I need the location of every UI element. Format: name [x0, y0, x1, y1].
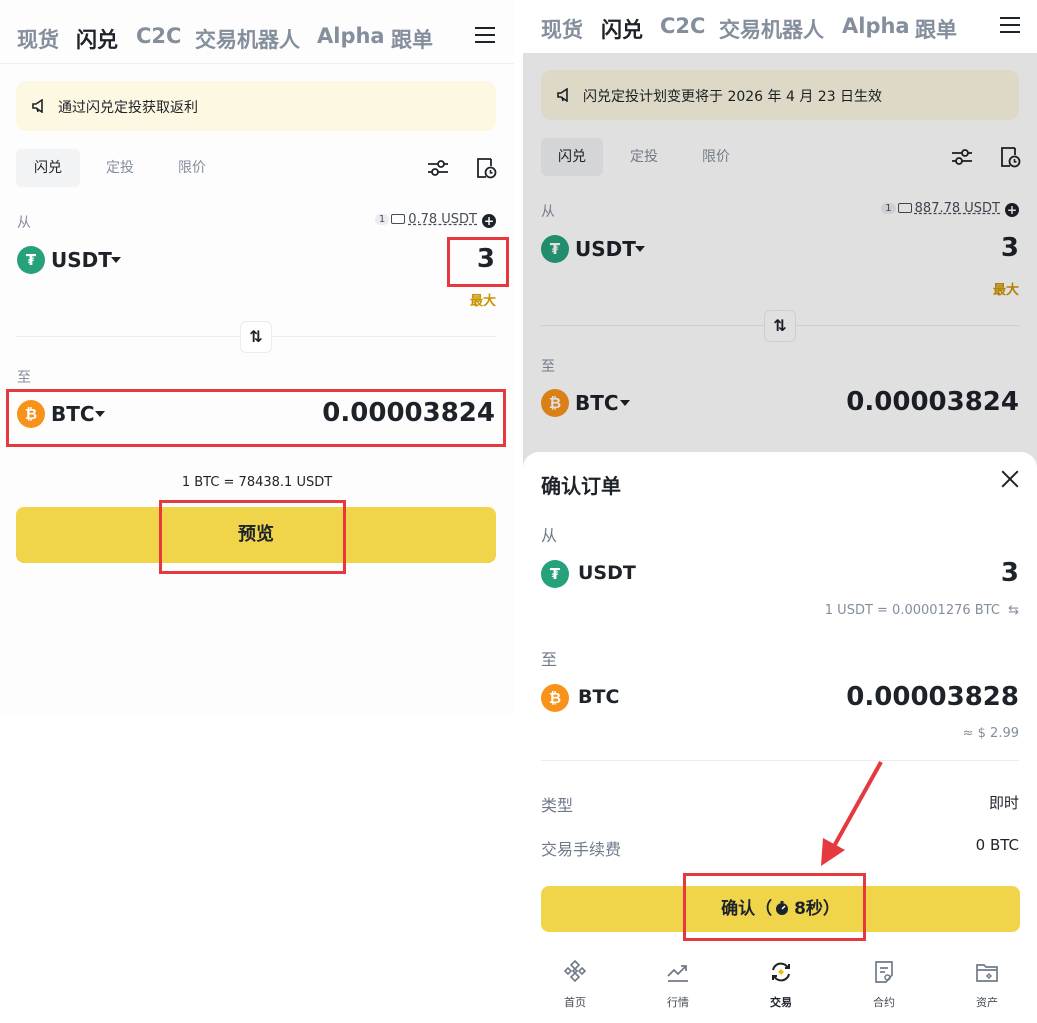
- balance-amount: 0.78 USDT: [408, 212, 477, 227]
- right-screen: 现货 闪兑 C2C 交易机器人 Alpha 跟单 闪兑定投计划变更将于 2026…: [523, 0, 1037, 1023]
- to-coin-name[interactable]: BTC: [51, 402, 95, 426]
- nav-tab-c2c[interactable]: C2C: [660, 14, 705, 38]
- subtab-recurring[interactable]: 定投: [88, 149, 152, 187]
- from-label: 从: [17, 215, 31, 231]
- usdt-coin-icon: ₮: [17, 246, 45, 274]
- nav-tab-spot[interactable]: 现货: [17, 24, 59, 54]
- sheet-to-label: 至: [541, 650, 558, 669]
- nav-tab-convert[interactable]: 闪兑: [76, 24, 118, 54]
- sheet-usd-value: ≈ $ 2.99: [962, 726, 1019, 741]
- subtab-convert[interactable]: 闪兑: [16, 149, 80, 187]
- nav-tab-trading-bots[interactable]: 交易机器人: [195, 24, 300, 54]
- bottom-nav-futures-label: 合约: [873, 996, 895, 1009]
- settings-sliders-icon[interactable]: [426, 156, 450, 180]
- futures-document-icon: [875, 961, 893, 983]
- history-icon[interactable]: [474, 156, 498, 180]
- subtab-limit[interactable]: 限价: [160, 149, 224, 187]
- max-button[interactable]: 最大: [470, 290, 496, 309]
- sheet-rate-row[interactable]: 1 USDT = 0.00001276 BTC ⇆: [825, 603, 1019, 618]
- sheet-rate: 1 USDT = 0.00001276 BTC: [824, 603, 1000, 618]
- nav-tab-copy-trading[interactable]: 跟单: [915, 14, 957, 44]
- type-value: 即时: [988, 794, 1019, 812]
- home-icon: [563, 959, 587, 983]
- left-screen: 现货 闪兑 C2C 交易机器人 Alpha 跟单 通过闪兑定投获取返利 闪兑 定…: [0, 0, 514, 1023]
- confirm-countdown: 8秒: [794, 899, 823, 919]
- fee-label: 交易手续费: [541, 840, 622, 859]
- exchange-rate: 1 BTC = 78438.1 USDT: [181, 475, 333, 490]
- sheet-divider: [541, 760, 1019, 761]
- bottom-nav-home[interactable]: 首页: [535, 950, 615, 1010]
- sheet-to-amount: 0.00003828: [846, 682, 1019, 712]
- swap-rate-icon[interactable]: ⇆: [1008, 603, 1019, 618]
- balance-badge: 1: [374, 214, 390, 225]
- from-coin-name[interactable]: USDT: [51, 248, 112, 272]
- wallet-folder-icon: [976, 964, 998, 982]
- from-coin-dropdown-icon[interactable]: [111, 257, 121, 263]
- banner-text: 通过闪兑定投获取返利: [58, 100, 198, 116]
- preview-button[interactable]: 预览: [16, 507, 496, 563]
- bottom-nav-markets[interactable]: 行情: [638, 950, 718, 1010]
- confirm-label: 确认（: [721, 899, 773, 919]
- to-amount: 0.00003824: [322, 398, 495, 428]
- timer-icon: [776, 901, 789, 915]
- nav-tab-c2c[interactable]: C2C: [136, 24, 181, 48]
- btc-coin-icon: ₿: [17, 400, 45, 428]
- swap-direction-icon[interactable]: ⇅: [240, 321, 272, 353]
- nav-tab-copy-trading[interactable]: 跟单: [391, 24, 433, 54]
- sheet-from-coin: USDT: [578, 562, 636, 584]
- type-label: 类型: [541, 796, 574, 815]
- to-coin-dropdown-icon[interactable]: [95, 411, 105, 417]
- nav-tab-trading-bots[interactable]: 交易机器人: [719, 14, 824, 44]
- hamburger-menu-icon[interactable]: [475, 27, 495, 45]
- nav-tab-spot[interactable]: 现货: [541, 14, 583, 44]
- from-amount-input[interactable]: 3: [477, 244, 495, 274]
- nav-tab-convert[interactable]: 闪兑: [601, 14, 643, 44]
- top-nav: 现货 闪兑 C2C 交易机器人 Alpha 跟单: [0, 0, 514, 64]
- trade-icon: [772, 962, 790, 982]
- sheet-to-coin: BTC: [578, 686, 620, 708]
- nav-tab-alpha[interactable]: Alpha: [317, 24, 385, 48]
- confirm-button[interactable]: 确认（ 8秒）: [541, 886, 1020, 932]
- chart-line-icon: [667, 965, 688, 982]
- top-nav: 现货 闪兑 C2C 交易机器人 Alpha 跟单: [523, 0, 1037, 53]
- btc-coin-icon: ₿: [541, 684, 569, 712]
- wallet-icon: [391, 214, 406, 224]
- megaphone-icon: [32, 99, 43, 113]
- usdt-coin-icon: ₮: [541, 560, 569, 588]
- bottom-nav-assets[interactable]: 资产: [947, 950, 1027, 1010]
- close-icon[interactable]: [1001, 470, 1019, 488]
- confirm-order-sheet: 确认订单 从 ₮ USDT 3 1 USDT = 0.00001276 BTC …: [523, 452, 1037, 1023]
- bottom-nav-markets-label: 行情: [667, 996, 689, 1009]
- bottom-nav: 首页 行情 交易 合约 资产: [523, 950, 1037, 1023]
- sheet-from-amount: 3: [1000, 558, 1019, 588]
- add-funds-icon[interactable]: +: [482, 214, 496, 228]
- hamburger-menu-icon[interactable]: [1000, 17, 1020, 35]
- promo-banner[interactable]: 通过闪兑定投获取返利: [16, 81, 496, 131]
- nav-tab-alpha[interactable]: Alpha: [842, 14, 910, 38]
- sheet-title: 确认订单: [541, 474, 621, 498]
- panel-gap: [514, 0, 523, 1023]
- bottom-nav-trade-label: 交易: [770, 996, 792, 1009]
- bottom-nav-futures[interactable]: 合约: [844, 950, 924, 1010]
- from-balance[interactable]: 1 0.78 USDT +: [374, 212, 496, 228]
- to-label: 至: [17, 370, 31, 386]
- annotation-arrow: [821, 761, 883, 866]
- bottom-nav-trade[interactable]: 交易: [741, 950, 821, 1010]
- sheet-from-label: 从: [541, 526, 558, 545]
- bottom-nav-assets-label: 资产: [976, 996, 998, 1009]
- bottom-nav-home-label: 首页: [564, 996, 586, 1009]
- fee-value: 0 BTC: [975, 836, 1019, 854]
- confirm-suffix: ）: [822, 899, 840, 919]
